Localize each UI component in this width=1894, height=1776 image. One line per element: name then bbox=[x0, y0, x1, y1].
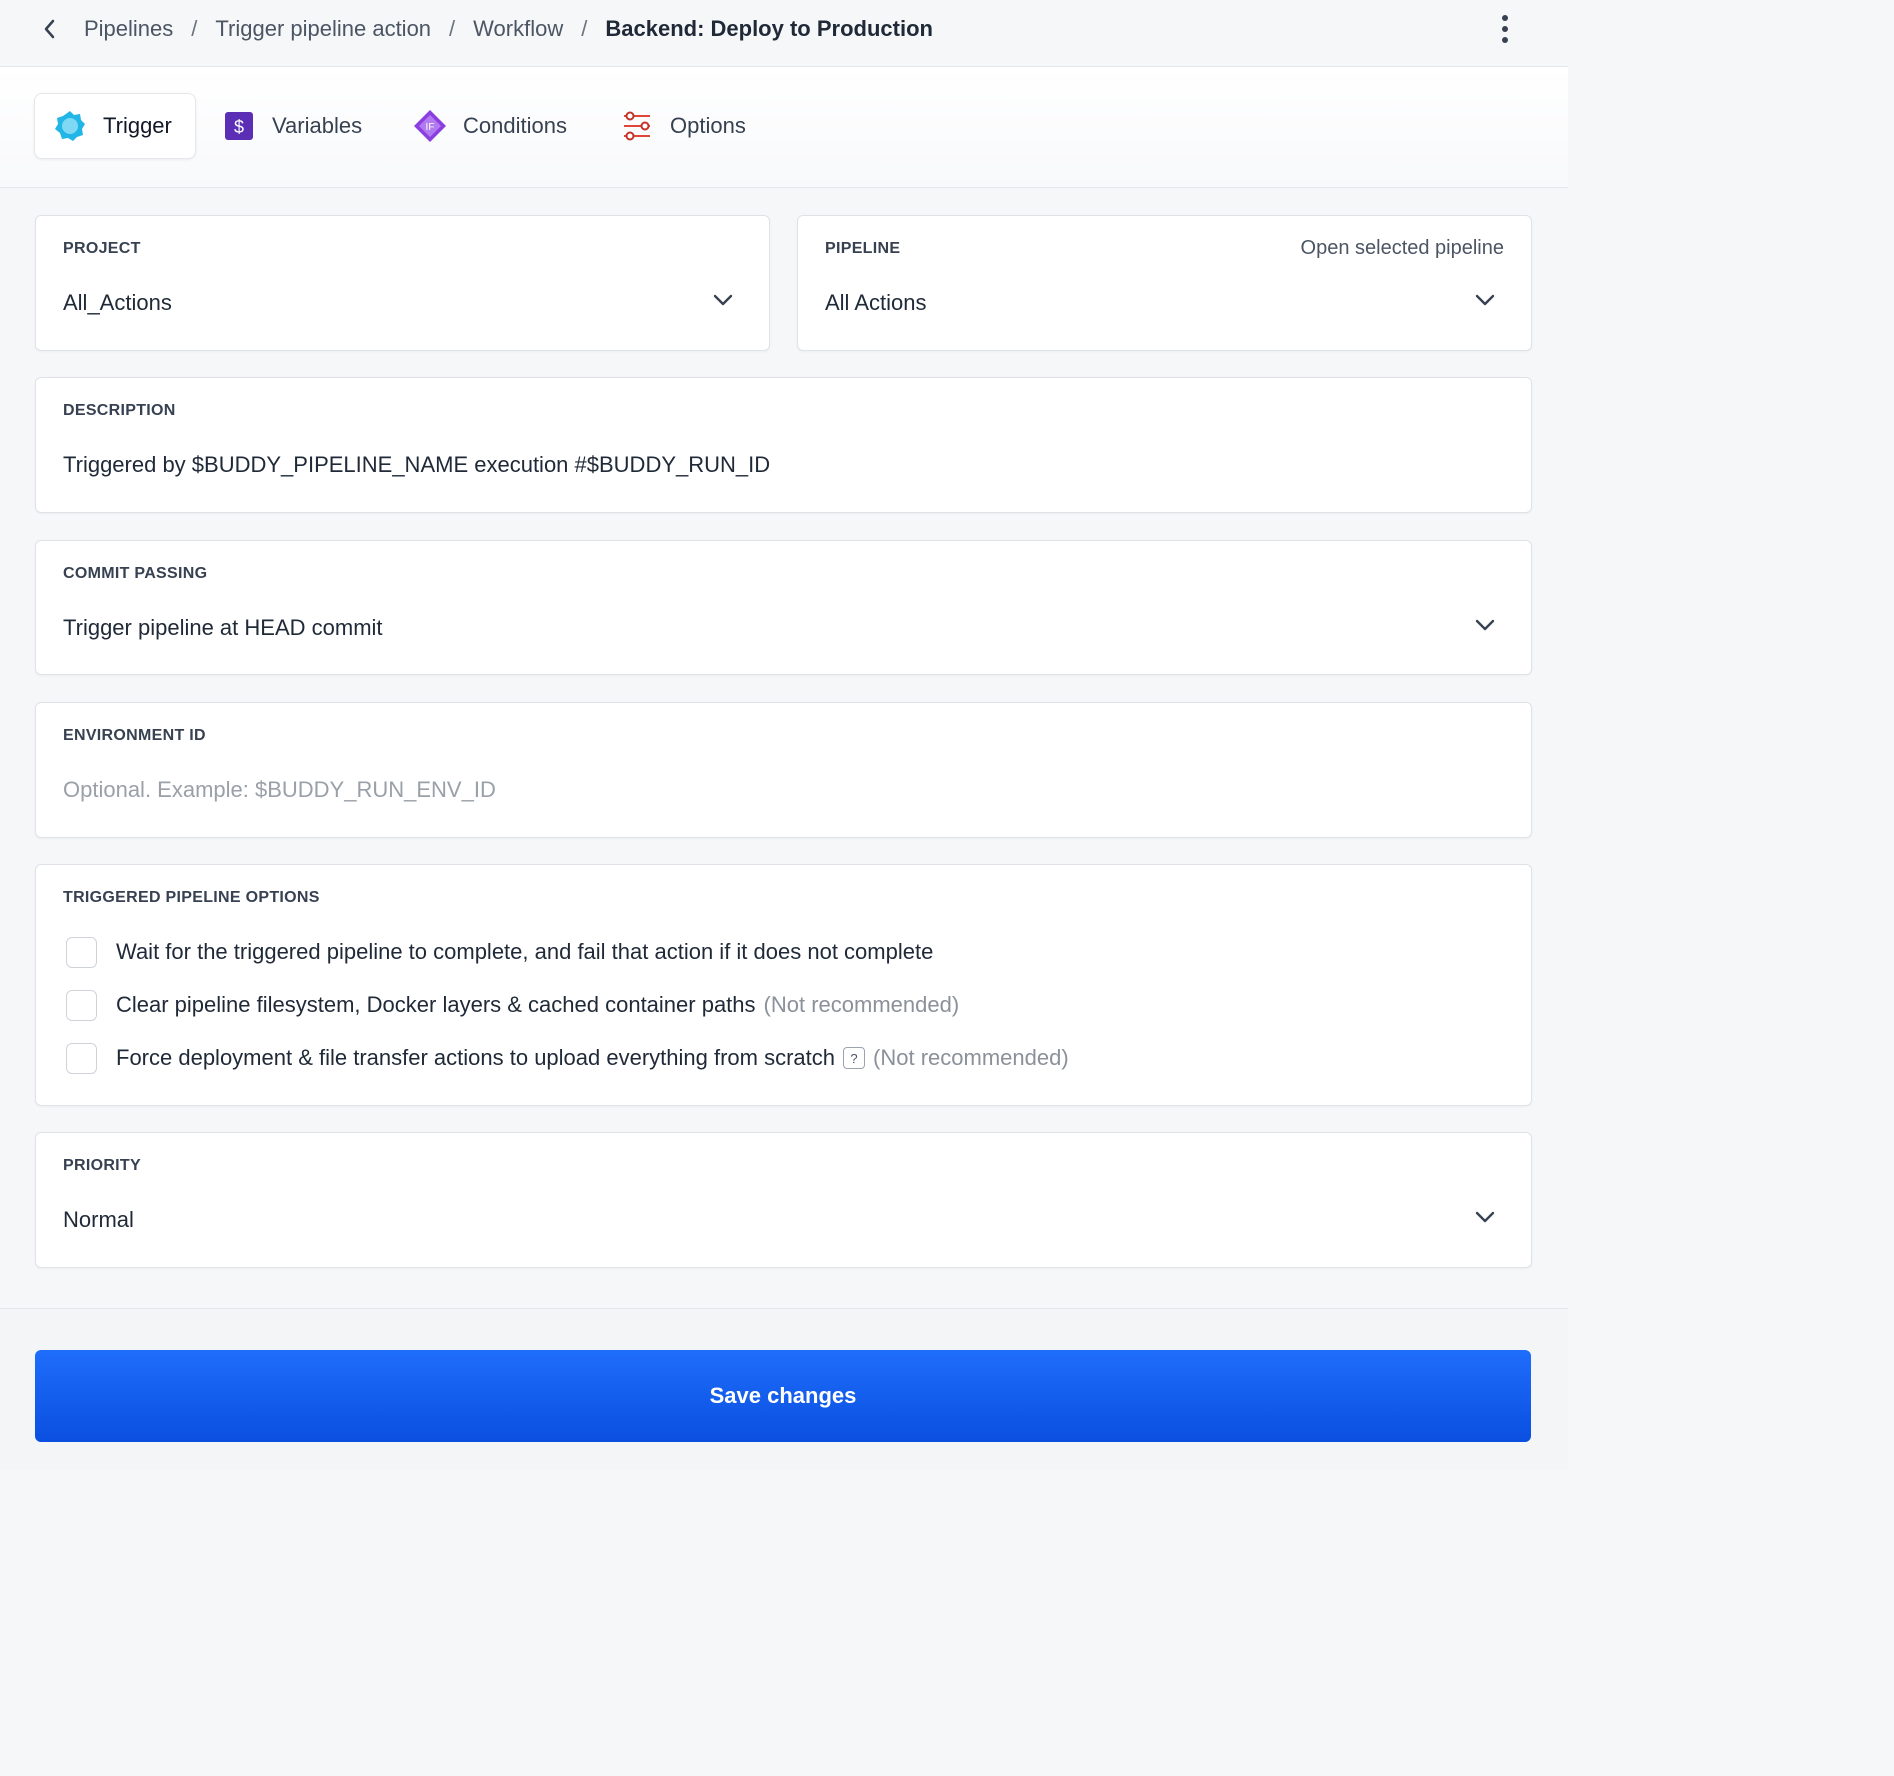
project-value: All_Actions bbox=[63, 290, 172, 315]
triggered-pipeline-options: TRIGGERED PIPELINE OPTIONS Wait for the … bbox=[35, 864, 1532, 1106]
commit-passing-label: COMMIT PASSING bbox=[63, 565, 208, 582]
breadcrumb-current: Backend: Deploy to Production bbox=[605, 16, 933, 41]
footer: Save changes bbox=[0, 1308, 1568, 1470]
option-text: Force deployment & file transfer actions… bbox=[116, 1045, 836, 1070]
breadcrumb: Pipelines / Trigger pipeline action / Wo… bbox=[84, 14, 933, 44]
environment-id-field[interactable]: ENVIRONMENT ID Optional. Example: $BUDDY… bbox=[35, 702, 1532, 838]
tab-conditions-label: Conditions bbox=[463, 113, 567, 138]
help-icon[interactable]: ? bbox=[843, 1047, 866, 1069]
pipeline-value: All Actions bbox=[825, 290, 927, 315]
tab-conditions[interactable]: IF Conditions bbox=[413, 93, 567, 159]
tab-variables-label: Variables bbox=[272, 113, 363, 138]
chevron-down-icon[interactable] bbox=[1473, 613, 1497, 637]
pipeline-label: PIPELINE bbox=[825, 240, 901, 257]
chevron-down-icon[interactable] bbox=[1473, 288, 1497, 312]
chevron-down-icon[interactable] bbox=[711, 288, 735, 312]
breadcrumb-workflow[interactable]: Workflow bbox=[473, 16, 563, 42]
project-select[interactable]: PROJECT All_Actions bbox=[35, 215, 770, 351]
tab-bar: Trigger $ Variables IF Conditions Option… bbox=[0, 67, 1568, 188]
sliders-icon bbox=[620, 109, 654, 143]
commit-passing-select[interactable]: COMMIT PASSING Trigger pipeline at HEAD … bbox=[35, 540, 1532, 675]
priority-label: PRIORITY bbox=[63, 1157, 141, 1174]
description-label: DESCRIPTION bbox=[63, 402, 176, 419]
description-value[interactable]: Triggered by $BUDDY_PIPELINE_NAME execut… bbox=[63, 452, 770, 478]
chevron-down-icon[interactable] bbox=[1473, 1205, 1497, 1229]
trigger-gear-icon bbox=[53, 109, 87, 143]
option-force-deployment[interactable]: Force deployment & file transfer actions… bbox=[66, 1041, 1069, 1075]
breadcrumb-separator: / bbox=[191, 16, 198, 41]
tab-trigger[interactable]: Trigger bbox=[34, 93, 196, 159]
save-changes-button[interactable]: Save changes bbox=[35, 1350, 1531, 1442]
back-arrow-icon[interactable] bbox=[34, 14, 64, 44]
priority-value: Normal bbox=[63, 1207, 134, 1232]
triggered-options-label: TRIGGERED PIPELINE OPTIONS bbox=[63, 889, 320, 906]
tab-trigger-label: Trigger bbox=[103, 113, 172, 138]
tab-options-label: Options bbox=[670, 113, 746, 138]
if-diamond-icon: IF bbox=[413, 109, 447, 143]
breadcrumb-separator: / bbox=[581, 16, 588, 41]
top-bar: Pipelines / Trigger pipeline action / Wo… bbox=[0, 0, 1568, 67]
commit-passing-value: Trigger pipeline at HEAD commit bbox=[63, 615, 383, 640]
description-field[interactable]: DESCRIPTION Triggered by $BUDDY_PIPELINE… bbox=[35, 377, 1532, 513]
svg-text:IF: IF bbox=[426, 122, 435, 133]
priority-select[interactable]: PRIORITY Normal bbox=[35, 1132, 1532, 1268]
pipeline-select[interactable]: PIPELINE Open selected pipeline All Acti… bbox=[797, 215, 1532, 351]
breadcrumb-trigger-pipeline-action[interactable]: Trigger pipeline action bbox=[215, 16, 431, 42]
open-selected-pipeline-link[interactable]: Open selected pipeline bbox=[1301, 237, 1504, 260]
checkbox[interactable] bbox=[66, 1042, 97, 1074]
svg-text:$: $ bbox=[234, 117, 244, 137]
option-wait-for-complete[interactable]: Wait for the triggered pipeline to compl… bbox=[66, 935, 933, 969]
checkbox[interactable] bbox=[66, 989, 97, 1021]
environment-id-input[interactable]: Optional. Example: $BUDDY_RUN_ENV_ID bbox=[63, 777, 496, 803]
tab-options[interactable]: Options bbox=[620, 93, 746, 159]
breadcrumb-separator: / bbox=[449, 16, 456, 41]
tab-variables[interactable]: $ Variables bbox=[222, 93, 362, 159]
not-recommended-note: (Not recommended) bbox=[873, 1045, 1069, 1070]
more-options-icon[interactable] bbox=[1488, 12, 1522, 46]
project-label: PROJECT bbox=[63, 240, 141, 257]
checkbox[interactable] bbox=[66, 936, 97, 968]
option-text: Clear pipeline filesystem, Docker layers… bbox=[116, 992, 756, 1017]
dollar-icon: $ bbox=[222, 109, 256, 143]
option-text: Wait for the triggered pipeline to compl… bbox=[116, 939, 934, 964]
environment-id-label: ENVIRONMENT ID bbox=[63, 727, 206, 744]
not-recommended-note: (Not recommended) bbox=[763, 992, 960, 1017]
option-clear-filesystem[interactable]: Clear pipeline filesystem, Docker layers… bbox=[66, 988, 959, 1022]
breadcrumb-pipelines[interactable]: Pipelines bbox=[84, 16, 173, 42]
